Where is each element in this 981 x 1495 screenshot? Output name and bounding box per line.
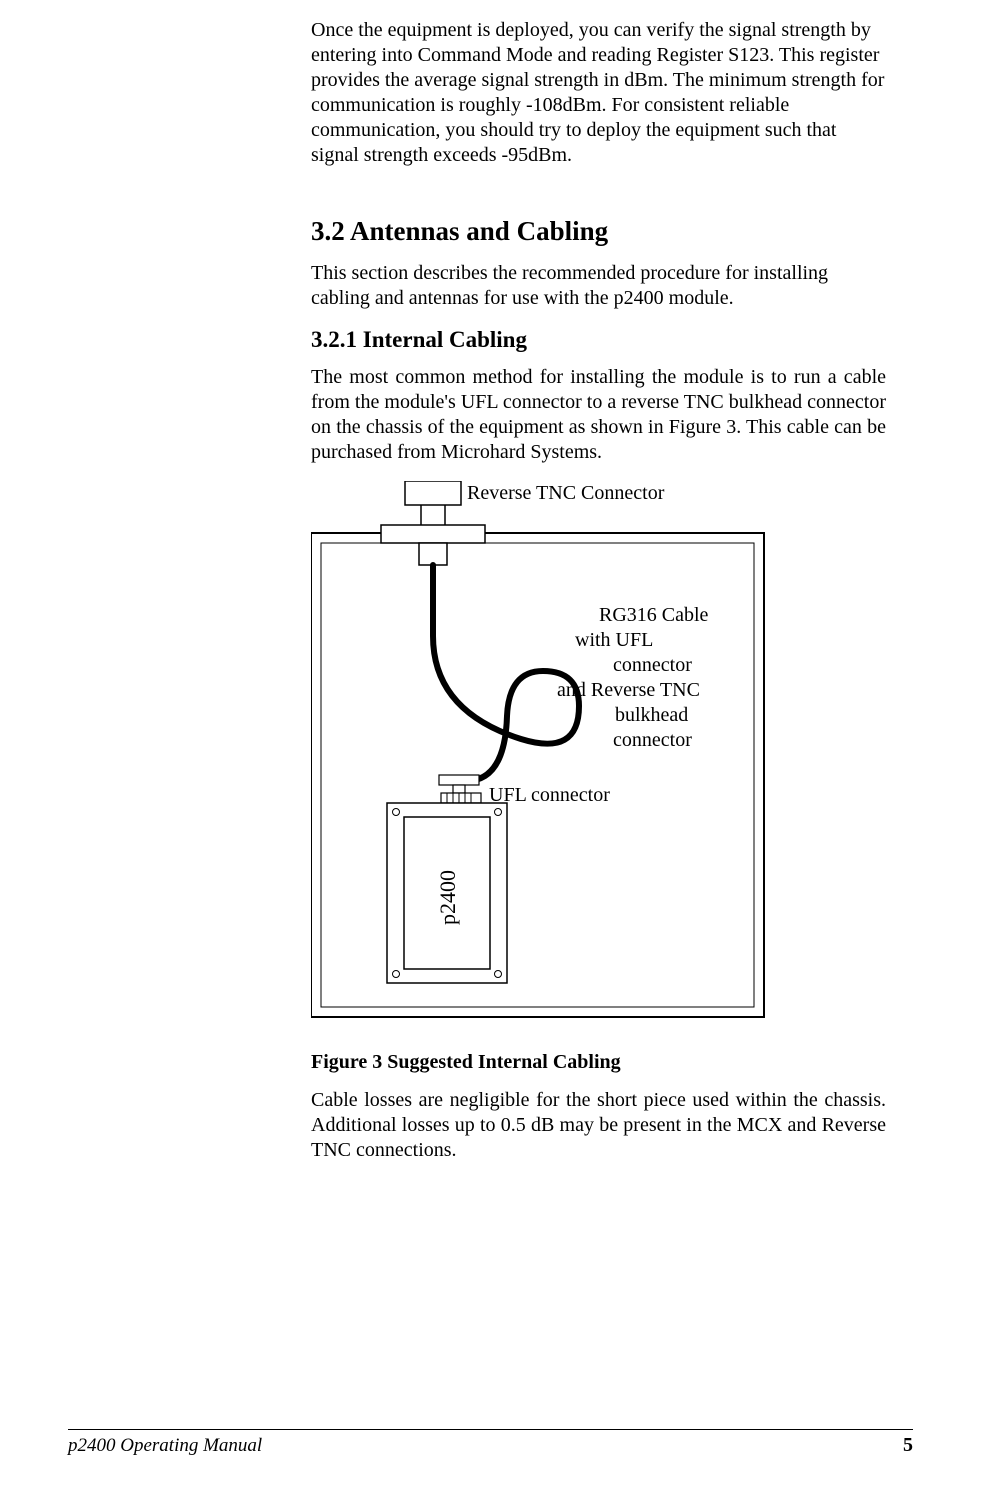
figure-3: p2400 Reverse TNC Connector RG316 Cable … — [311, 481, 886, 1021]
cable-label-3: connector — [613, 654, 692, 676]
figure-3-svg: p2400 Reverse TNC Connector RG316 Cable … — [311, 481, 886, 1021]
figure-3-caption: Figure 3 Suggested Internal Cabling — [311, 1051, 886, 1074]
footer-page-number: 5 — [903, 1434, 913, 1457]
cable-label-2: with UFL — [575, 629, 653, 651]
cable-label-6: connector — [613, 729, 692, 751]
section-3-2-1-para: The most common method for installing th… — [311, 365, 886, 465]
module-label: p2400 — [435, 870, 460, 925]
ufl-label: UFL connector — [489, 784, 610, 806]
cable-label-1: RG316 Cable — [599, 604, 709, 626]
subsection-heading-3-2-1: 3.2.1 Internal Cabling — [311, 327, 886, 353]
footer-manual-title: p2400 Operating Manual — [68, 1435, 262, 1457]
cable-label-4: and Reverse TNC — [557, 679, 700, 701]
reverse-tnc-label: Reverse TNC Connector — [467, 482, 665, 504]
intro-paragraph: Once the equipment is deployed, you can … — [311, 18, 886, 168]
cable-label-5: bulkhead — [615, 704, 688, 726]
footer-rule — [68, 1429, 913, 1430]
section-3-2-para: This section describes the recommended p… — [311, 261, 886, 311]
cable-losses-para: Cable losses are negligible for the shor… — [311, 1088, 886, 1163]
section-heading-3-2: 3.2 Antennas and Cabling — [311, 216, 886, 247]
page-footer: p2400 Operating Manual 5 — [0, 1429, 981, 1457]
